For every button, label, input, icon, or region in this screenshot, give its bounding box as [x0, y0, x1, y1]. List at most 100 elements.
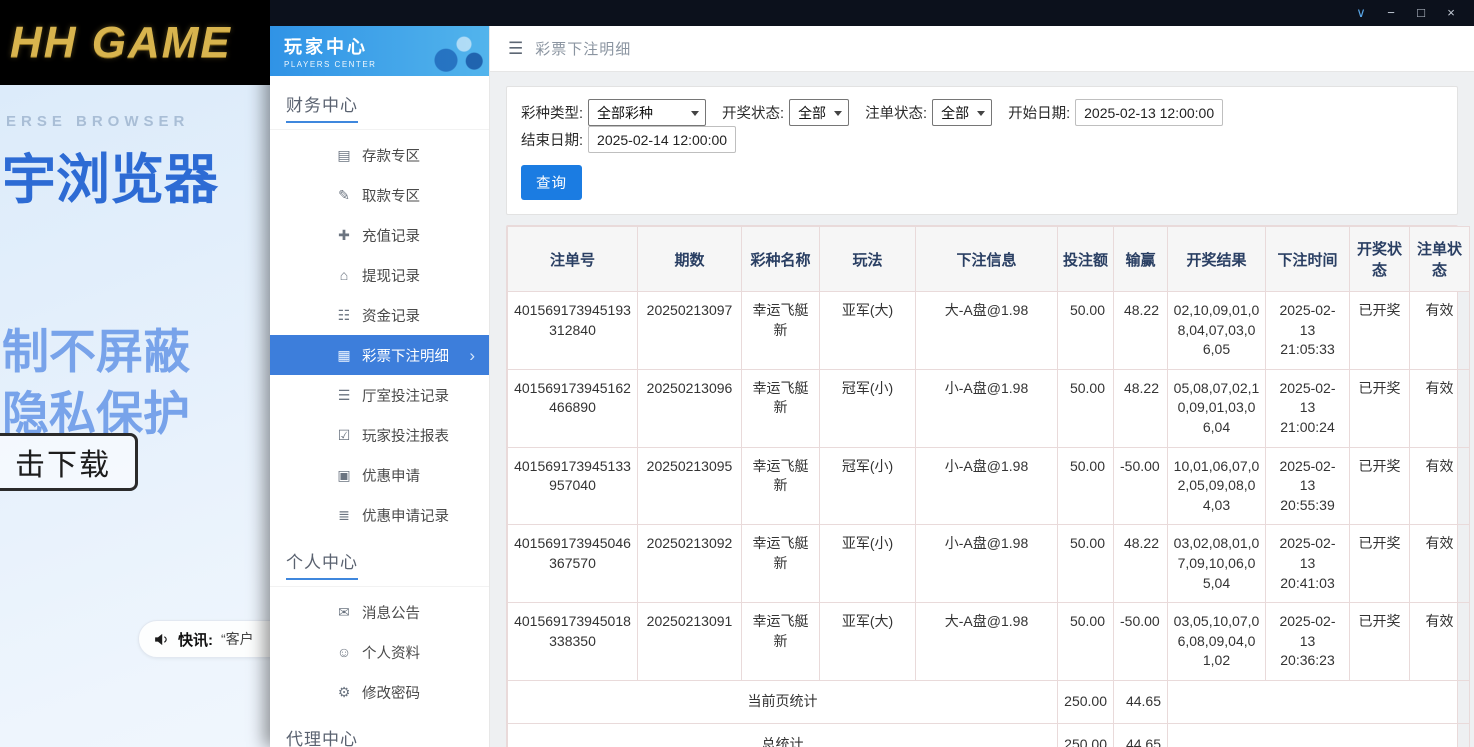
cell-period: 20250213095: [638, 447, 742, 525]
chevron-down-icon: [691, 111, 699, 116]
draw-status-value: 全部: [798, 103, 826, 123]
window-close-icon[interactable]: ×: [1436, 0, 1466, 26]
screen: HH GAME ERSE BROWSER 宇浏览器 制不屏蔽 隐私保护 击下载 …: [0, 0, 1474, 747]
cell-draw-status: 已开奖: [1350, 292, 1410, 370]
sidebar: 玩家中心 PLAYERS CENTER 财务中心 ▤ 存款专区 ✎ 取款专区: [270, 26, 490, 747]
sidebar-item-label: 优惠申请记录: [362, 505, 449, 526]
window-titlebar: ∨ − □ ×: [270, 0, 1474, 26]
search-button[interactable]: 查询: [521, 165, 582, 200]
table-row[interactable]: 401569173945018338350 20250213091 幸运飞艇新 …: [508, 603, 1470, 681]
col-win-loss: 输赢: [1114, 227, 1168, 292]
speaker-icon: [153, 631, 170, 648]
sidebar-item-message-announcements[interactable]: ✉ 消息公告: [270, 592, 489, 632]
col-period: 期数: [638, 227, 742, 292]
cell-bet-info: 小-A盘@1.98: [916, 447, 1058, 525]
sidebar-item-recharge-records[interactable]: ✚ 充值记录: [270, 215, 489, 255]
cell-draw-status: 已开奖: [1350, 525, 1410, 603]
banner-headline-2: 制不屏蔽: [2, 313, 190, 382]
sidebar-item-promo-apply[interactable]: ▣ 优惠申请: [270, 455, 489, 495]
window-shade-icon[interactable]: ∨: [1346, 0, 1376, 26]
menu-toggle-icon[interactable]: ☰: [508, 39, 523, 59]
window-minimize-icon[interactable]: −: [1376, 0, 1406, 26]
page-header: ☰ 彩票下注明细: [490, 26, 1474, 72]
cell-bet-time: 2025-02-13 21:05:33: [1266, 292, 1350, 370]
sidebar-item-label: 取款专区: [362, 185, 420, 206]
chevron-down-icon: [834, 111, 842, 116]
promo-apply-icon: ▣: [334, 467, 354, 484]
col-draw-status: 开奖状态: [1350, 227, 1410, 292]
cell-order-status: 有效: [1410, 525, 1470, 603]
lottery-type-select[interactable]: 全部彩种: [588, 99, 706, 126]
cell-order-no: 401569173945133957040: [508, 447, 638, 525]
cell-bet-info: 大-A盘@1.98: [916, 292, 1058, 370]
table-row[interactable]: 401569173945046367570 20250213092 幸运飞艇新 …: [508, 525, 1470, 603]
table-row[interactable]: 401569173945162466890 20250213096 幸运飞艇新 …: [508, 369, 1470, 447]
end-date-input[interactable]: [588, 126, 736, 153]
cell-order-no: 401569173945018338350: [508, 603, 638, 681]
banner-headline-1: 宇浏览器: [2, 135, 218, 214]
sidebar-item-hall-bet-records[interactable]: ☰ 厅室投注记录: [270, 375, 489, 415]
page-summary-row: 当前页统计 250.00 44.65: [508, 680, 1470, 723]
table-row[interactable]: 401569173945193312840 20250213097 幸运飞艇新 …: [508, 292, 1470, 370]
window-maximize-icon[interactable]: □: [1406, 0, 1436, 26]
col-lottery-name: 彩种名称: [742, 227, 820, 292]
section-personal-label: 个人中心: [286, 548, 358, 580]
cell-draw-result: 02,10,09,01,08,04,07,03,06,05: [1168, 292, 1266, 370]
section-agent-center: 代理中心: [270, 712, 489, 747]
lottery-type-label: 彩种类型:: [521, 102, 583, 123]
chevron-down-icon: [977, 111, 985, 116]
col-order-status: 注单状态: [1410, 227, 1470, 292]
player-bet-report-icon: ☑: [334, 427, 354, 444]
download-button[interactable]: 击下载: [0, 433, 138, 491]
cell-lottery-name: 幸运飞艇新: [742, 525, 820, 603]
col-play: 玩法: [820, 227, 916, 292]
cell-order-no: 401569173945193312840: [508, 292, 638, 370]
draw-status-select[interactable]: 全部: [789, 99, 849, 126]
col-bet-amount: 投注额: [1058, 227, 1114, 292]
site-logo[interactable]: HH GAME: [10, 18, 232, 68]
sidebar-item-change-password[interactable]: ⚙ 修改密码: [270, 672, 489, 712]
cell-bet-info: 小-A盘@1.98: [916, 525, 1058, 603]
total-summary-row: 总统计 250.00 44.65: [508, 723, 1470, 747]
cell-win-loss: 48.22: [1114, 525, 1168, 603]
start-date-input[interactable]: [1075, 99, 1223, 126]
sidebar-item-promo-apply-records[interactable]: ≣ 优惠申请记录: [270, 495, 489, 535]
table-row[interactable]: 401569173945133957040 20250213095 幸运飞艇新 …: [508, 447, 1470, 525]
hall-bet-record-icon: ☰: [334, 387, 354, 404]
ticker-label: 快讯:: [178, 629, 213, 650]
cell-play: 亚军(小): [820, 525, 916, 603]
table-body: 401569173945193312840 20250213097 幸运飞艇新 …: [508, 292, 1470, 681]
sidebar-item-label: 彩票下注明细: [362, 345, 449, 366]
sidebar-item-label: 资金记录: [362, 305, 420, 326]
sidebar-item-label: 个人资料: [362, 642, 420, 663]
sidebar-item-funds-records[interactable]: ☷ 资金记录: [270, 295, 489, 335]
cell-order-status: 有效: [1410, 292, 1470, 370]
cell-play: 冠军(小): [820, 369, 916, 447]
page-summary-winloss: 44.65: [1114, 680, 1168, 723]
banner-tagline: ERSE BROWSER: [6, 113, 189, 130]
sidebar-item-personal-profile[interactable]: ☺ 个人资料: [270, 632, 489, 672]
sidebar-item-player-bet-report[interactable]: ☑ 玩家投注报表: [270, 415, 489, 455]
order-status-label: 注单状态:: [865, 102, 927, 123]
sidebar-header-graphic: [425, 28, 485, 74]
sidebar-item-lottery-bet-details[interactable]: ▦ 彩票下注明细 ›: [270, 335, 489, 375]
total-summary-label: 总统计: [508, 723, 1058, 747]
sidebar-item-deposit-zone[interactable]: ▤ 存款专区: [270, 135, 489, 175]
cell-period: 20250213091: [638, 603, 742, 681]
deposit-icon: ▤: [334, 147, 354, 164]
sidebar-item-label: 存款专区: [362, 145, 420, 166]
cell-period: 20250213096: [638, 369, 742, 447]
cell-play: 亚军(大): [820, 603, 916, 681]
bets-table: 注单号 期数 彩种名称 玩法 下注信息 投注额 输赢 开奖结果 下注时间 开: [507, 226, 1470, 747]
section-agent-label: 代理中心: [286, 725, 358, 747]
sidebar-item-withdrawal-records[interactable]: ⌂ 提现记录: [270, 255, 489, 295]
cell-bet-time: 2025-02-13 20:36:23: [1266, 603, 1350, 681]
section-finance-center: 财务中心: [270, 78, 489, 130]
ticker-text: “客户: [221, 629, 254, 649]
order-status-select[interactable]: 全部: [932, 99, 992, 126]
cell-draw-result: 10,01,06,07,02,05,09,08,04,03: [1168, 447, 1266, 525]
total-summary-empty: [1168, 723, 1470, 747]
promo-apply-record-icon: ≣: [334, 507, 354, 524]
sidebar-item-withdraw-zone[interactable]: ✎ 取款专区: [270, 175, 489, 215]
cell-draw-result: 03,02,08,01,07,09,10,06,05,04: [1168, 525, 1266, 603]
